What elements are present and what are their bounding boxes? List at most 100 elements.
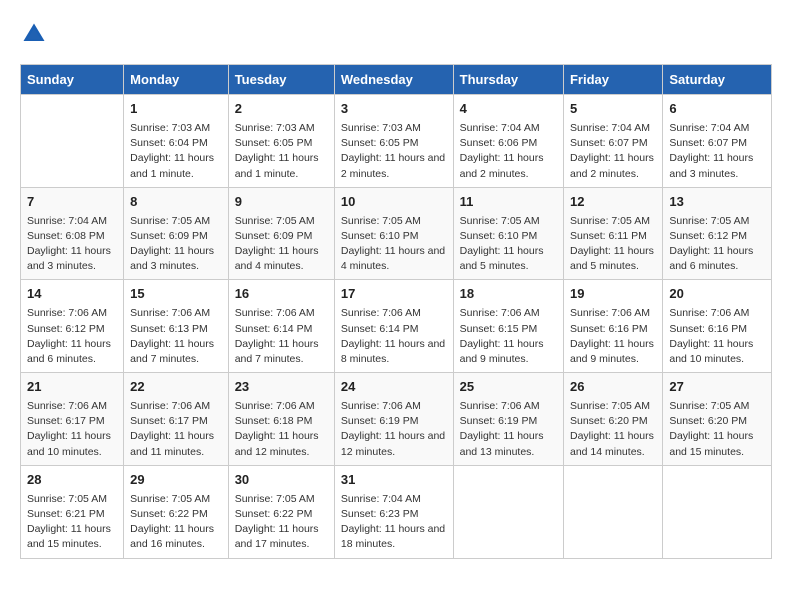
calendar-cell [453,465,563,558]
calendar-cell: 2 Sunrise: 7:03 AMSunset: 6:05 PMDaylight… [228,95,334,188]
calendar-cell: 26Sunrise: 7:05 AMSunset: 6:20 PMDayligh… [563,373,662,466]
day-number: 20 [669,285,765,304]
calendar-cell: 18 Sunrise: 7:06 AMSunset: 6:15 PMDayligh… [453,280,563,373]
calendar-cell: 22 Sunrise: 7:06 AMSunset: 6:17 PMDayligh… [124,373,229,466]
day-info: Sunrise: 7:05 AMSunset: 6:22 PMDaylight:… [235,492,328,553]
calendar-cell: 4 Sunrise: 7:04 AMSunset: 6:06 PMDaylight… [453,95,563,188]
day-number: 18 [460,285,557,304]
calendar-header-row: SundayMondayTuesdayWednesdayThursdayFrid… [21,65,772,95]
day-info: Sunrise: 7:05 AMSunset: 6:10 PMDaylight:… [341,214,447,275]
calendar-cell: 5 Sunrise: 7:04 AMSunset: 6:07 PMDaylight… [563,95,662,188]
column-header-tuesday: Tuesday [228,65,334,95]
day-info: Sunrise: 7:06 AMSunset: 6:17 PMDaylight:… [27,399,117,460]
day-info: Sunrise: 7:03 AMSunset: 6:05 PMDaylight:… [235,121,328,182]
day-info: Sunrise: 7:05 AMSunset: 6:11 PMDaylight:… [570,214,656,275]
day-info: Sunrise: 7:06 AMSunset: 6:17 PMDaylight:… [130,399,222,460]
day-number: 16 [235,285,328,304]
day-number: 31 [341,471,447,490]
calendar-cell: 30 Sunrise: 7:05 AMSunset: 6:22 PMDayligh… [228,465,334,558]
day-info: Sunrise: 7:05 AMSunset: 6:21 PMDaylight:… [27,492,117,553]
day-number: 30 [235,471,328,490]
page-header [20,20,772,48]
calendar-cell: 28Sunrise: 7:05 AMSunset: 6:21 PMDayligh… [21,465,124,558]
day-info: Sunrise: 7:03 AMSunset: 6:05 PMDaylight:… [341,121,447,182]
calendar-cell: 11 Sunrise: 7:05 AMSunset: 6:10 PMDayligh… [453,187,563,280]
week-row-5: 28Sunrise: 7:05 AMSunset: 6:21 PMDayligh… [21,465,772,558]
day-info: Sunrise: 7:05 AMSunset: 6:10 PMDaylight:… [460,214,557,275]
calendar-cell: 29Sunrise: 7:05 AMSunset: 6:22 PMDayligh… [124,465,229,558]
day-info: Sunrise: 7:06 AMSunset: 6:19 PMDaylight:… [341,399,447,460]
day-info: Sunrise: 7:05 AMSunset: 6:20 PMDaylight:… [570,399,656,460]
calendar-cell: 13 Sunrise: 7:05 AMSunset: 6:12 PMDayligh… [663,187,772,280]
day-info: Sunrise: 7:06 AMSunset: 6:18 PMDaylight:… [235,399,328,460]
calendar-cell: 10 Sunrise: 7:05 AMSunset: 6:10 PMDayligh… [334,187,453,280]
day-number: 25 [460,378,557,397]
day-info: Sunrise: 7:06 AMSunset: 6:19 PMDaylight:… [460,399,557,460]
calendar-cell [21,95,124,188]
day-number: 21 [27,378,117,397]
day-number: 23 [235,378,328,397]
week-row-4: 21 Sunrise: 7:06 AMSunset: 6:17 PMDayligh… [21,373,772,466]
day-info: Sunrise: 7:05 AMSunset: 6:12 PMDaylight:… [669,214,765,275]
day-number: 19 [570,285,656,304]
day-info: Sunrise: 7:05 AMSunset: 6:09 PMDaylight:… [235,214,328,275]
calendar-cell: 17 Sunrise: 7:06 AMSunset: 6:14 PMDayligh… [334,280,453,373]
calendar-cell: 12Sunrise: 7:05 AMSunset: 6:11 PMDayligh… [563,187,662,280]
day-info: Sunrise: 7:04 AMSunset: 6:07 PMDaylight:… [570,121,656,182]
calendar-cell [663,465,772,558]
day-number: 27 [669,378,765,397]
day-info: Sunrise: 7:06 AMSunset: 6:15 PMDaylight:… [460,306,557,367]
day-info: Sunrise: 7:04 AMSunset: 6:07 PMDaylight:… [669,121,765,182]
day-info: Sunrise: 7:04 AMSunset: 6:23 PMDaylight:… [341,492,447,553]
calendar-cell: 24 Sunrise: 7:06 AMSunset: 6:19 PMDayligh… [334,373,453,466]
calendar-cell: 9 Sunrise: 7:05 AMSunset: 6:09 PMDaylight… [228,187,334,280]
day-info: Sunrise: 7:06 AMSunset: 6:14 PMDaylight:… [341,306,447,367]
day-number: 10 [341,193,447,212]
day-info: Sunrise: 7:06 AMSunset: 6:14 PMDaylight:… [235,306,328,367]
day-info: Sunrise: 7:03 AMSunset: 6:04 PMDaylight:… [130,121,222,182]
day-info: Sunrise: 7:05 AMSunset: 6:20 PMDaylight:… [669,399,765,460]
day-number: 11 [460,193,557,212]
day-number: 1 [130,100,222,119]
day-number: 3 [341,100,447,119]
calendar-cell: 14Sunrise: 7:06 AMSunset: 6:12 PMDayligh… [21,280,124,373]
calendar-cell: 1 Sunrise: 7:03 AMSunset: 6:04 PMDaylight… [124,95,229,188]
day-number: 8 [130,193,222,212]
column-header-friday: Friday [563,65,662,95]
column-header-wednesday: Wednesday [334,65,453,95]
day-number: 14 [27,285,117,304]
day-number: 9 [235,193,328,212]
day-number: 22 [130,378,222,397]
day-info: Sunrise: 7:06 AMSunset: 6:13 PMDaylight:… [130,306,222,367]
day-info: Sunrise: 7:04 AMSunset: 6:06 PMDaylight:… [460,121,557,182]
calendar-cell: 21 Sunrise: 7:06 AMSunset: 6:17 PMDayligh… [21,373,124,466]
calendar-cell: 3 Sunrise: 7:03 AMSunset: 6:05 PMDaylight… [334,95,453,188]
calendar-cell: 27 Sunrise: 7:05 AMSunset: 6:20 PMDayligh… [663,373,772,466]
day-number: 6 [669,100,765,119]
calendar-cell: 8 Sunrise: 7:05 AMSunset: 6:09 PMDaylight… [124,187,229,280]
calendar-cell: 23 Sunrise: 7:06 AMSunset: 6:18 PMDayligh… [228,373,334,466]
column-header-thursday: Thursday [453,65,563,95]
day-number: 7 [27,193,117,212]
calendar-cell: 19 Sunrise: 7:06 AMSunset: 6:16 PMDayligh… [563,280,662,373]
day-number: 17 [341,285,447,304]
week-row-3: 14Sunrise: 7:06 AMSunset: 6:12 PMDayligh… [21,280,772,373]
day-info: Sunrise: 7:05 AMSunset: 6:09 PMDaylight:… [130,214,222,275]
day-number: 29 [130,471,222,490]
calendar-cell: 6 Sunrise: 7:04 AMSunset: 6:07 PMDaylight… [663,95,772,188]
day-number: 5 [570,100,656,119]
calendar-cell: 16 Sunrise: 7:06 AMSunset: 6:14 PMDayligh… [228,280,334,373]
day-number: 2 [235,100,328,119]
week-row-2: 7 Sunrise: 7:04 AMSunset: 6:08 PMDaylight… [21,187,772,280]
column-header-monday: Monday [124,65,229,95]
calendar-cell: 15Sunrise: 7:06 AMSunset: 6:13 PMDayligh… [124,280,229,373]
day-info: Sunrise: 7:04 AMSunset: 6:08 PMDaylight:… [27,214,117,275]
calendar-table: SundayMondayTuesdayWednesdayThursdayFrid… [20,64,772,559]
day-number: 13 [669,193,765,212]
day-number: 4 [460,100,557,119]
calendar-cell: 7 Sunrise: 7:04 AMSunset: 6:08 PMDaylight… [21,187,124,280]
day-info: Sunrise: 7:06 AMSunset: 6:16 PMDaylight:… [570,306,656,367]
day-number: 24 [341,378,447,397]
day-info: Sunrise: 7:06 AMSunset: 6:16 PMDaylight:… [669,306,765,367]
logo-icon [20,20,48,48]
